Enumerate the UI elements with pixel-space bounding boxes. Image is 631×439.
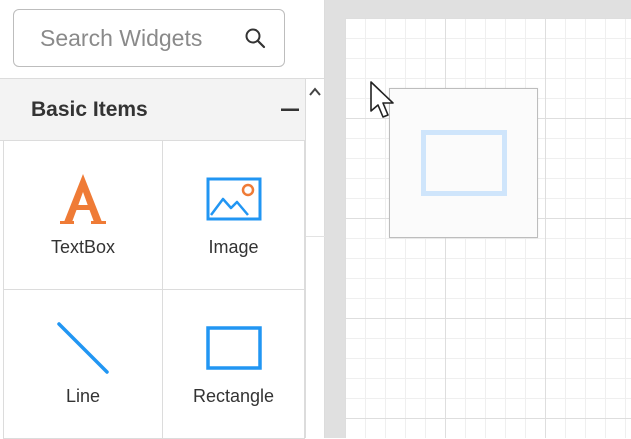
widget-grid: TextBox Image Line Rectangle xyxy=(3,141,305,439)
search-input[interactable] xyxy=(40,24,244,52)
search-icon[interactable] xyxy=(244,27,266,49)
scroll-up-icon[interactable] xyxy=(308,85,324,101)
minus-icon[interactable] xyxy=(280,100,300,120)
section-title: Basic Items xyxy=(31,97,148,121)
mouse-pointer-icon xyxy=(369,80,397,122)
widget-label: Image xyxy=(208,237,259,257)
widget-label: TextBox xyxy=(50,237,116,257)
widgets-panel: Basic Items TextBox xyxy=(0,0,325,439)
widget-label: Line xyxy=(65,386,101,406)
textbox-icon xyxy=(53,169,113,229)
widget-textbox[interactable]: TextBox xyxy=(3,141,163,290)
line-icon xyxy=(53,318,113,378)
accordion-header-basic-items[interactable]: Basic Items xyxy=(0,79,305,141)
rectangle-icon xyxy=(421,130,507,196)
widget-label: Rectangle xyxy=(192,386,275,406)
search-box[interactable] xyxy=(13,9,285,67)
widget-rectangle[interactable]: Rectangle xyxy=(163,290,305,439)
rectangle-icon xyxy=(204,318,264,378)
panel-scrollbar[interactable] xyxy=(305,79,325,438)
drag-preview xyxy=(389,88,538,238)
image-icon xyxy=(204,169,264,229)
widget-line[interactable]: Line xyxy=(3,290,163,439)
scrollbar-track-divider xyxy=(306,236,325,237)
widget-image[interactable]: Image xyxy=(163,141,305,290)
